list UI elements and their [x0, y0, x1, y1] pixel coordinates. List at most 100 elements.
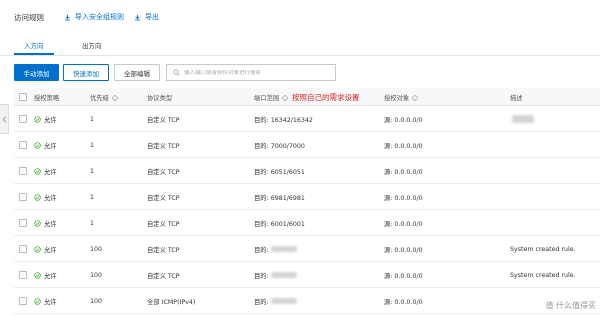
column-header-protocol: 协议类型 — [147, 93, 172, 102]
protocol-cell: 自定义 TCP — [147, 220, 180, 228]
row-checkbox[interactable] — [19, 297, 27, 305]
column-label: 优先级 — [90, 95, 109, 102]
policy-cell: 允许 — [34, 210, 57, 236]
annotation-note: 按照自己的需求设置 — [292, 93, 360, 102]
auth-cell: 源: 0.0.0.0/0 — [384, 142, 423, 150]
allow-check-icon — [34, 167, 41, 175]
table-row[interactable]: 允许 100 全部 ICMP(IPv4) 目的: 源: 0.0.0.0/0 — [14, 288, 600, 314]
column-label: 授权策略 — [34, 95, 60, 102]
column-label: 端口范围 — [254, 95, 280, 102]
port-cell: 目的: 6051/6051 — [254, 158, 305, 184]
port-value: 目的: 16342/16342 — [254, 116, 313, 124]
auth-cell: 源: 0.0.0.0/0 — [384, 194, 423, 202]
policy-label: 允许 — [44, 168, 57, 176]
policy-label: 允许 — [44, 298, 57, 306]
column-header-auth: 授权对象 — [384, 93, 418, 102]
policy-cell: 允许 — [34, 158, 57, 184]
table-row[interactable]: 允许 1 自定义 TCP 目的: 6001/6001 源: 0.0.0.0/0 — [14, 210, 600, 236]
row-checkbox[interactable] — [19, 193, 27, 201]
port-cell: 目的: 6001/6001 — [254, 210, 305, 236]
allow-check-icon — [34, 271, 41, 279]
redacted-block — [270, 246, 297, 252]
desc-cell — [510, 106, 534, 132]
policy-label: 允许 — [44, 142, 57, 150]
table-row[interactable]: 允许 1 自定义 TCP 目的: 6981/6981 源: 0.0.0.0/0 — [14, 184, 600, 210]
port-cell: 目的: — [254, 236, 297, 262]
column-header-priority: 优先级 — [90, 93, 118, 102]
redacted-block — [270, 272, 297, 278]
row-checkbox[interactable] — [19, 167, 27, 175]
allow-check-icon — [34, 193, 41, 201]
policy-label: 允许 — [44, 194, 57, 202]
port-value: 目的: 7000/7000 — [254, 142, 305, 150]
row-checkbox[interactable] — [19, 245, 27, 253]
priority-cell: 1 — [90, 219, 95, 227]
policy-label: 允许 — [44, 246, 57, 254]
import-rules-link[interactable]: 导入安全组规则 — [64, 12, 124, 22]
rules-table: 授权策略 优先级 协议类型 端口范围 按照自己的需求设置 授权对象 描述 允许 1… — [14, 88, 600, 314]
protocol-cell: 自定义 TCP — [147, 116, 180, 124]
protocol-cell: 全部 ICMP(IPv4) — [147, 298, 196, 306]
auth-cell: 源: 0.0.0.0/0 — [384, 246, 423, 254]
column-label: 协议类型 — [147, 95, 173, 102]
column-header-port: 端口范围 — [254, 93, 288, 102]
policy-cell: 允许 — [34, 184, 57, 210]
table-row[interactable]: 允许 100 自定义 TCP 目的: 源: 0.0.0.0/0 System create… — [14, 236, 600, 262]
table-row[interactable]: 允许 1 自定义 TCP 目的: 7000/7000 源: 0.0.0.0/0 — [14, 132, 600, 158]
page-title: 访问规则 — [14, 13, 44, 22]
active-tab-indicator — [14, 53, 54, 55]
priority-cell: 1 — [90, 167, 95, 175]
edit-all-button[interactable]: 全部编辑 — [114, 64, 160, 81]
row-checkbox[interactable] — [19, 115, 27, 123]
row-checkbox[interactable] — [19, 271, 27, 279]
sidebar-collapse-handle[interactable] — [0, 104, 9, 134]
search-box — [166, 64, 336, 81]
port-value: 目的: 6001/6001 — [254, 220, 305, 228]
allow-check-icon — [34, 141, 41, 149]
protocol-cell: 自定义 TCP — [147, 272, 180, 280]
row-checkbox[interactable] — [19, 141, 27, 149]
table-row[interactable]: 允许 100 自定义 TCP 目的: 源: 0.0.0.0/0 System create… — [14, 262, 600, 288]
policy-cell: 允许 — [34, 106, 57, 132]
column-header-desc: 描述 — [510, 93, 523, 102]
select-all-checkbox[interactable] — [19, 93, 27, 101]
tab-outbound[interactable]: 出方向 — [82, 40, 102, 50]
desc-value: System created rule. — [510, 271, 576, 279]
info-icon[interactable] — [112, 94, 118, 101]
manual-add-button[interactable]: 手动添加 — [14, 64, 59, 81]
desc-value: System created rule. — [510, 245, 576, 253]
priority-cell: 1 — [90, 141, 95, 149]
protocol-cell: 自定义 TCP — [147, 142, 180, 150]
priority-cell: 1 — [90, 193, 95, 201]
policy-cell: 允许 — [34, 262, 57, 288]
policy-label: 允许 — [44, 220, 57, 228]
info-icon[interactable] — [412, 94, 418, 101]
policy-cell: 允许 — [34, 132, 57, 158]
import-rules-label: 导入安全组规则 — [75, 13, 124, 21]
info-icon[interactable] — [282, 94, 288, 101]
port-value: 目的: — [254, 246, 269, 254]
column-label: 描述 — [510, 95, 523, 102]
redacted-block — [512, 115, 534, 123]
port-cell: 目的: — [254, 262, 297, 288]
row-checkbox[interactable] — [19, 219, 27, 227]
redacted-block — [270, 298, 297, 304]
export-icon — [135, 14, 140, 20]
priority-cell: 100 — [90, 297, 103, 305]
table-row[interactable]: 允许 1 自定义 TCP 目的: 6051/6051 源: 0.0.0.0/0 — [14, 158, 600, 184]
column-label: 授权对象 — [384, 95, 410, 102]
tab-inbound[interactable]: 入方向 — [24, 40, 44, 50]
table-row[interactable]: 允许 1 自定义 TCP 目的: 16342/16342 源: 0.0.0.0/0 — [14, 106, 600, 132]
export-link[interactable]: 导出 — [134, 12, 159, 22]
auth-cell: 源: 0.0.0.0/0 — [384, 298, 423, 306]
search-input[interactable] — [184, 69, 334, 76]
policy-cell: 允许 — [34, 236, 57, 262]
priority-cell: 100 — [90, 271, 103, 279]
auth-cell: 源: 0.0.0.0/0 — [384, 116, 423, 124]
protocol-cell: 自定义 TCP — [147, 246, 180, 254]
export-label: 导出 — [145, 13, 159, 21]
quick-add-button[interactable]: 快速添加 — [63, 64, 109, 81]
auth-cell: 源: 0.0.0.0/0 — [384, 168, 423, 176]
port-value: 目的: — [254, 272, 269, 280]
port-cell: 目的: — [254, 288, 297, 314]
